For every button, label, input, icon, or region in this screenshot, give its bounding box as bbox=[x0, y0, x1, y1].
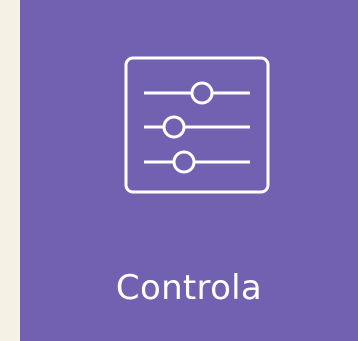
sliders-icon bbox=[124, 56, 270, 194]
tile-label: Controla bbox=[115, 268, 263, 308]
controla-tile[interactable]: Controla bbox=[20, 0, 358, 341]
